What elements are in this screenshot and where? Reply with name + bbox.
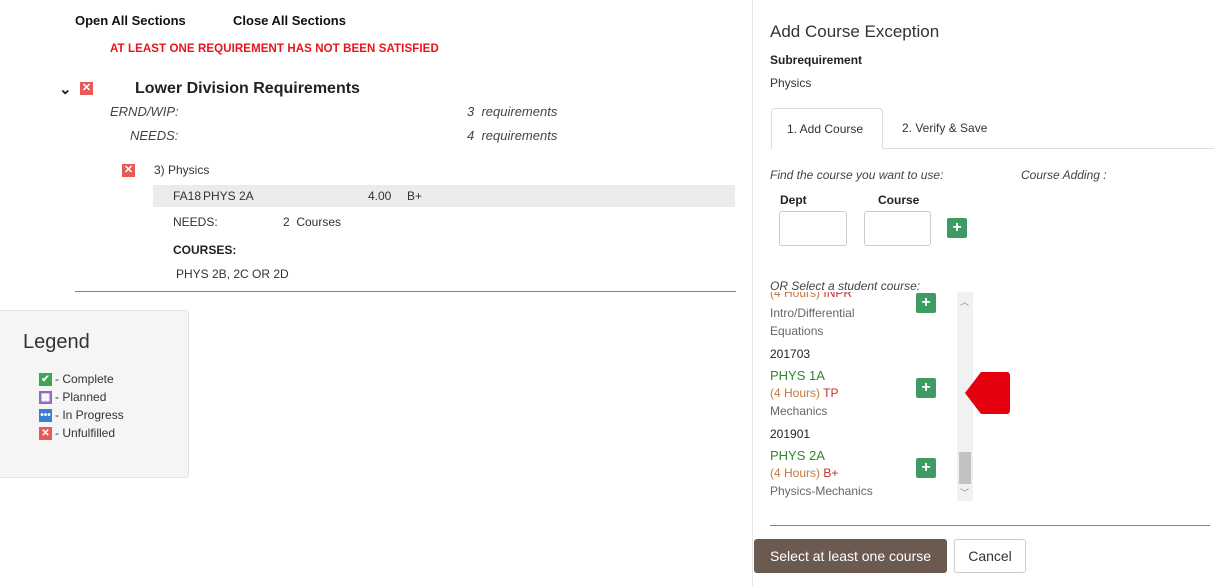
legend-title: Legend — [23, 331, 90, 353]
legend-item-complete: ✔ - Complete — [39, 370, 124, 388]
legend-panel: Legend ✔ - Complete ▦ - Planned ••• - In… — [0, 310, 189, 478]
course-code: PHYS 2A — [770, 448, 825, 463]
legend-label: - Planned — [55, 390, 107, 404]
panel-title: Add Course Exception — [770, 22, 940, 41]
course-term: 201901 — [770, 427, 811, 441]
legend-label: - Complete — [55, 372, 114, 386]
subrequirement-label: Subrequirement — [770, 53, 863, 67]
course-units: 4.00 — [368, 189, 392, 203]
legend-list: ✔ - Complete ▦ - Planned ••• - In Progre… — [39, 370, 124, 442]
earned-value: 3 requirements — [467, 104, 558, 119]
course-desc: Equations — [770, 324, 824, 338]
course-code: PHYS 1A — [770, 368, 825, 383]
requirements-warning: AT LEAST ONE REQUIREMENT HAS NOT BEEN SA… — [110, 43, 439, 55]
needs-value: 4 requirements — [467, 128, 558, 143]
legend-item-in-progress: ••• - In Progress — [39, 406, 124, 424]
course-desc: Intro/Differential — [770, 306, 855, 320]
course-term: 201703 — [770, 347, 811, 361]
add-student-course-button[interactable]: + — [916, 293, 936, 313]
courses-value: PHYS 2B, 2C OR 2D — [176, 267, 289, 281]
list-item: (4 Hours) INPR — [770, 292, 970, 300]
add-student-course-button[interactable]: + — [916, 378, 936, 398]
close-all-sections-link[interactable]: Close All Sections — [233, 13, 346, 28]
course-grade: B+ — [407, 189, 423, 203]
cancel-button[interactable]: Cancel — [954, 539, 1026, 573]
select-student-course-label: OR Select a student course: — [770, 279, 921, 293]
open-all-sections-link[interactable]: Open All Sections — [75, 13, 186, 28]
dept-input[interactable] — [779, 211, 847, 246]
add-course-exception-panel: Add Course Exception Subrequirement Phys… — [752, 0, 1214, 586]
course-hours: (4 Hours) TP — [770, 386, 839, 400]
find-course-label: Find the course you want to use: — [770, 168, 944, 182]
chevron-down-icon[interactable]: ⌄ — [59, 80, 72, 98]
dots-icon: ••• — [39, 408, 52, 422]
course-hours: (4 Hours) INPR — [770, 292, 853, 300]
calendar-icon: ▦ — [39, 390, 52, 404]
course-input[interactable] — [864, 211, 931, 246]
course-term: FA18 — [173, 189, 202, 203]
section-title[interactable]: Lower Division Requirements — [135, 80, 360, 98]
scroll-up-icon[interactable]: ︿ — [960, 295, 969, 308]
x-icon: ✕ — [122, 164, 135, 177]
tab-verify-save[interactable]: 2. Verify & Save — [887, 108, 1002, 148]
dept-label: Dept — [780, 193, 807, 207]
legend-item-planned: ▦ - Planned — [39, 388, 124, 406]
select-course-button[interactable]: Select at least one course — [754, 539, 947, 573]
x-icon: ✕ — [39, 426, 52, 440]
x-icon: ✕ — [80, 82, 93, 95]
pointer-arrow-icon — [965, 372, 1010, 414]
course-code: PHYS 2A — [203, 189, 254, 203]
course-label: Course — [878, 193, 920, 207]
legend-label: - Unfulfilled — [55, 426, 116, 440]
legend-item-unfulfilled: ✕ - Unfulfilled — [39, 424, 124, 442]
course-desc: Mechanics — [770, 404, 828, 418]
sub-needs-label: NEEDS: — [173, 215, 218, 229]
tab-add-course[interactable]: 1. Add Course — [771, 108, 883, 149]
course-adding-label: Course Adding : — [1021, 168, 1107, 182]
course-row: FA18 PHYS 2A 4.00 B+ — [153, 185, 735, 207]
subrequirement-title[interactable]: 3) Physics — [154, 163, 209, 177]
course-hours: (4 Hours) B+ — [770, 466, 839, 480]
panel-divider — [770, 525, 1210, 526]
check-icon: ✔ — [39, 372, 52, 386]
add-course-plus-button[interactable]: + — [947, 218, 967, 238]
earned-label: ERND/WIP: — [110, 104, 179, 119]
add-student-course-button[interactable]: + — [916, 458, 936, 478]
sub-needs-value: 2 Courses — [283, 215, 342, 229]
scroll-down-icon[interactable]: ﹀ — [960, 486, 969, 499]
section-divider — [75, 291, 736, 292]
needs-label: NEEDS: — [130, 128, 179, 143]
legend-label: - In Progress — [55, 408, 124, 422]
courses-label: COURSES: — [173, 243, 237, 257]
scroll-thumb[interactable] — [959, 452, 971, 484]
course-desc: Physics-Mechanics — [770, 484, 873, 498]
subrequirement-value: Physics — [770, 76, 812, 90]
